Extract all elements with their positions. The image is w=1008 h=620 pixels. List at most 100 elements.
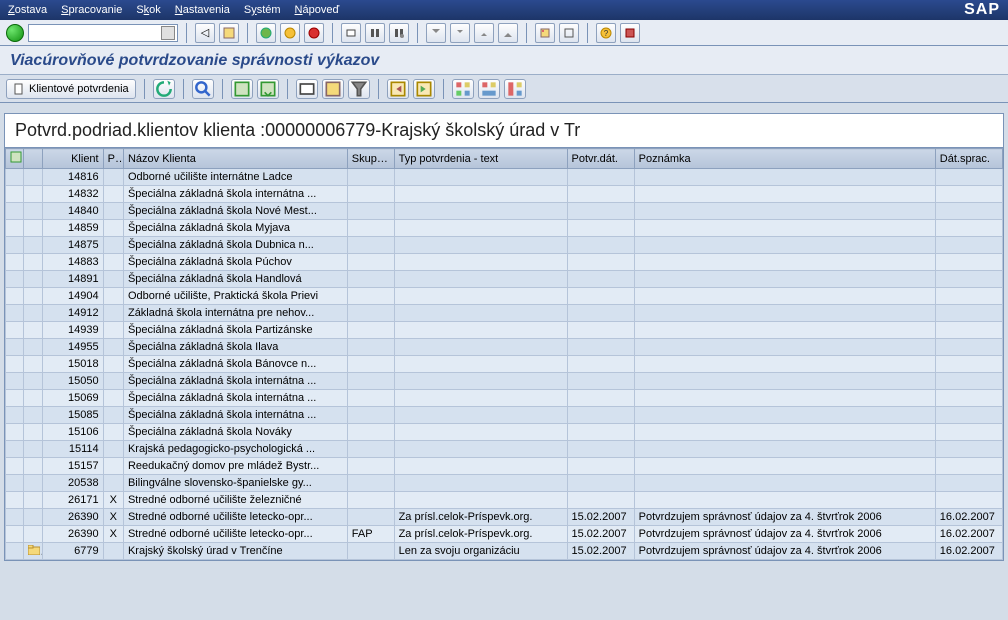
table-row[interactable]: 15085Špeciálna základná škola internátna… bbox=[6, 407, 1003, 424]
layout-choose-button[interactable] bbox=[478, 79, 500, 99]
command-dropdown-icon[interactable] bbox=[161, 26, 175, 40]
nav-cancel-button[interactable] bbox=[304, 23, 324, 43]
table-row[interactable]: 15106Špeciálna základná škola Nováky bbox=[6, 424, 1003, 441]
row-selector[interactable] bbox=[6, 305, 24, 322]
print-button[interactable] bbox=[341, 23, 361, 43]
table-row[interactable]: 6779Krajský školský úrad v TrenčíneLen z… bbox=[6, 543, 1003, 560]
row-selector[interactable] bbox=[6, 169, 24, 186]
col-skup[interactable]: SkupP... bbox=[347, 149, 394, 169]
table-row[interactable]: 15157Reedukačný domov pre mládež Bystr..… bbox=[6, 458, 1003, 475]
table-row[interactable]: 26390XStredné odborné učilište letecko-o… bbox=[6, 526, 1003, 543]
row-selector[interactable] bbox=[6, 237, 24, 254]
export-button[interactable] bbox=[322, 79, 344, 99]
row-selector[interactable] bbox=[6, 543, 24, 560]
table-row[interactable]: 15069Špeciálna základná škola internátna… bbox=[6, 390, 1003, 407]
menu-system[interactable]: Systém bbox=[244, 4, 281, 16]
table-row[interactable]: 14875Špeciálna základná škola Dubnica n.… bbox=[6, 237, 1003, 254]
table-row[interactable]: 26171XStredné odborné učilište železničn… bbox=[6, 492, 1003, 509]
table-row[interactable]: 14891Špeciálna základná škola Handlová bbox=[6, 271, 1003, 288]
save-button[interactable] bbox=[219, 23, 239, 43]
row-selector[interactable] bbox=[6, 526, 24, 543]
layout-save-button[interactable] bbox=[504, 79, 526, 99]
table-row[interactable]: 14883Špeciálna základná škola Púchov bbox=[6, 254, 1003, 271]
row-selector[interactable] bbox=[6, 322, 24, 339]
refresh-button[interactable] bbox=[153, 79, 175, 99]
row-selector[interactable] bbox=[6, 390, 24, 407]
row-selector[interactable] bbox=[6, 407, 24, 424]
client-confirm-button[interactable]: Klientové potvrdenia bbox=[6, 79, 136, 99]
prev-page-button[interactable] bbox=[450, 23, 470, 43]
menu-skok[interactable]: Skok bbox=[136, 4, 160, 16]
row-icon-cell bbox=[24, 186, 42, 203]
next-page-button[interactable] bbox=[474, 23, 494, 43]
col-select-all[interactable] bbox=[6, 149, 24, 169]
table-row[interactable]: 15018Špeciálna základná škola Bánovce n.… bbox=[6, 356, 1003, 373]
detail-button[interactable] bbox=[192, 79, 214, 99]
row-selector[interactable] bbox=[6, 373, 24, 390]
table-row[interactable]: 15050Špeciálna základná škola internátna… bbox=[6, 373, 1003, 390]
row-selector[interactable] bbox=[6, 441, 24, 458]
back-button[interactable]: ◁ bbox=[195, 23, 215, 43]
subtotal-button[interactable] bbox=[413, 79, 435, 99]
col-nazov[interactable]: Názov Klienta bbox=[123, 149, 347, 169]
table-row[interactable]: 14904Odborné učilište, Praktická škola P… bbox=[6, 288, 1003, 305]
first-page-button[interactable] bbox=[426, 23, 446, 43]
col-klient[interactable]: Klient bbox=[42, 149, 103, 169]
filter-button[interactable] bbox=[348, 79, 370, 99]
print-list-button[interactable] bbox=[296, 79, 318, 99]
menu-napoved[interactable]: Nápoveď bbox=[295, 4, 340, 16]
col-potvr-dat[interactable]: Potvr.dát. bbox=[567, 149, 634, 169]
layout-change-button[interactable] bbox=[452, 79, 474, 99]
table-row[interactable]: 15114Krajská pedagogicko-psychologická .… bbox=[6, 441, 1003, 458]
row-selector[interactable] bbox=[6, 339, 24, 356]
row-selector[interactable] bbox=[6, 271, 24, 288]
row-selector[interactable] bbox=[6, 288, 24, 305]
col-po[interactable]: PO bbox=[103, 149, 123, 169]
cell-dat-sprac bbox=[935, 203, 1002, 220]
table-row[interactable]: 14816Odborné učilište internátne Ladce bbox=[6, 169, 1003, 186]
command-field[interactable] bbox=[28, 24, 178, 42]
row-selector[interactable] bbox=[6, 254, 24, 271]
table-row[interactable]: 14859Špeciálna základná škola Myjava bbox=[6, 220, 1003, 237]
table-row[interactable]: 20538Bilingválne slovensko-španielske gy… bbox=[6, 475, 1003, 492]
find-next-button[interactable] bbox=[389, 23, 409, 43]
col-poznamka[interactable]: Poznámka bbox=[634, 149, 935, 169]
col-dat-sprac[interactable]: Dát.sprac. bbox=[935, 149, 1002, 169]
row-selector[interactable] bbox=[6, 492, 24, 509]
sort-asc-button[interactable] bbox=[231, 79, 253, 99]
new-session-button[interactable] bbox=[535, 23, 555, 43]
cell-typ bbox=[394, 492, 567, 509]
ok-indicator-icon[interactable] bbox=[6, 24, 24, 42]
row-selector[interactable] bbox=[6, 509, 24, 526]
cell-klient: 15085 bbox=[42, 407, 103, 424]
table-row[interactable]: 26390XStredné odborné učilište letecko-o… bbox=[6, 509, 1003, 526]
row-selector[interactable] bbox=[6, 356, 24, 373]
row-selector[interactable] bbox=[6, 424, 24, 441]
col-typ[interactable]: Typ potvrdenia - text bbox=[394, 149, 567, 169]
row-selector[interactable] bbox=[6, 186, 24, 203]
row-selector[interactable] bbox=[6, 475, 24, 492]
menu-nastavenia[interactable]: Nastavenia bbox=[175, 4, 230, 16]
sum-button[interactable] bbox=[387, 79, 409, 99]
nav-exit-button[interactable] bbox=[280, 23, 300, 43]
row-selector[interactable] bbox=[6, 220, 24, 237]
table-row[interactable]: 14840Špeciálna základná škola Nové Mest.… bbox=[6, 203, 1003, 220]
col-icon[interactable] bbox=[24, 149, 42, 169]
last-page-button[interactable] bbox=[498, 23, 518, 43]
find-button[interactable] bbox=[365, 23, 385, 43]
sort-desc-button[interactable] bbox=[257, 79, 279, 99]
menu-zostava[interactable]: Zostava bbox=[8, 4, 47, 16]
table-row[interactable]: 14955Špeciálna základná škola Ilava bbox=[6, 339, 1003, 356]
table-row[interactable]: 14832Špeciálna základná škola internátna… bbox=[6, 186, 1003, 203]
row-selector[interactable] bbox=[6, 203, 24, 220]
shortcut-button[interactable] bbox=[559, 23, 579, 43]
row-selector[interactable] bbox=[6, 458, 24, 475]
layout-button[interactable] bbox=[620, 23, 640, 43]
help-button[interactable]: ? bbox=[596, 23, 616, 43]
cell-poznamka bbox=[634, 169, 935, 186]
cell-potvr-dat bbox=[567, 407, 634, 424]
table-row[interactable]: 14939Špeciálna základná škola Partizánsk… bbox=[6, 322, 1003, 339]
table-row[interactable]: 14912Základná škola internátna pre nehov… bbox=[6, 305, 1003, 322]
menu-spracovanie[interactable]: Spracovanie bbox=[61, 4, 122, 16]
nav-back-button[interactable] bbox=[256, 23, 276, 43]
